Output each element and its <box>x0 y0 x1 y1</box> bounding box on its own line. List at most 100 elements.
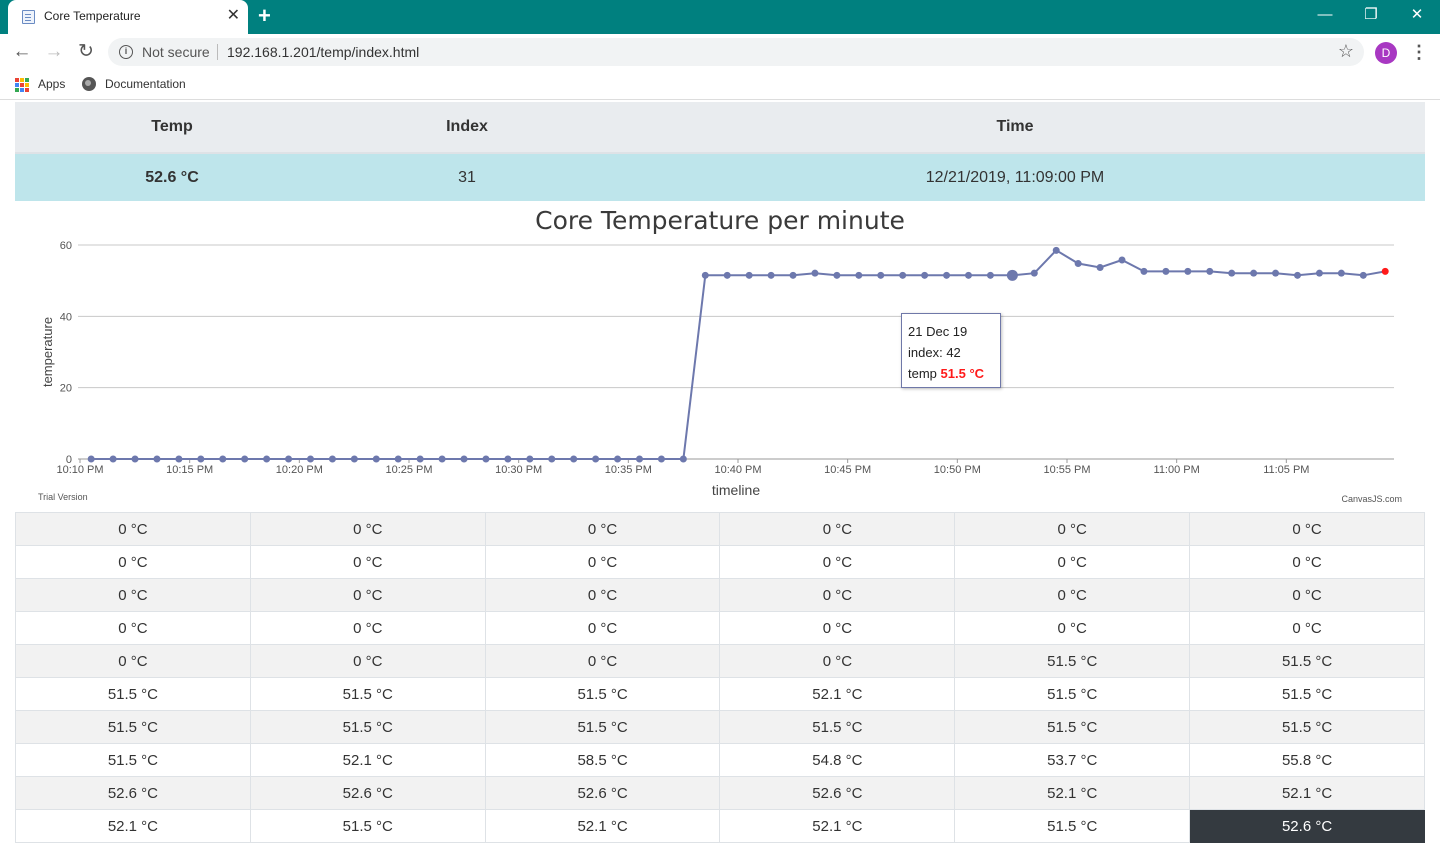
reload-icon[interactable]: ↻ <box>74 40 98 64</box>
reading-cell[interactable]: 0 °C <box>249 611 486 645</box>
y-tick-label: 60 <box>60 240 72 252</box>
reading-cell[interactable]: 52.1 °C <box>954 776 1191 810</box>
data-point <box>1250 269 1258 277</box>
browser-menu-icon[interactable]: ⋮ <box>1410 41 1428 63</box>
bookmark-star-icon[interactable]: ☆ <box>1338 41 1354 62</box>
reading-cell[interactable]: 54.8 °C <box>719 743 956 777</box>
reading-cell[interactable]: 0 °C <box>249 644 486 678</box>
data-point <box>1228 269 1236 277</box>
reading-cell[interactable]: 51.5 °C <box>249 677 486 711</box>
reading-cell[interactable]: 51.5 °C <box>15 677 251 711</box>
reading-cell[interactable]: 0 °C <box>15 545 251 579</box>
url-text[interactable]: 192.168.1.201/temp/index.html <box>227 44 419 60</box>
reading-cell[interactable]: 52.6 °C <box>1189 809 1425 843</box>
data-point <box>1006 269 1018 281</box>
security-status[interactable]: Not secure <box>142 44 210 60</box>
reading-cell[interactable]: 58.5 °C <box>484 743 721 777</box>
reading-cell[interactable]: 0 °C <box>1189 611 1425 645</box>
forward-arrow-icon[interactable]: → <box>42 40 66 64</box>
reading-cell[interactable]: 52.1 °C <box>484 809 721 843</box>
reading-cell[interactable]: 51.5 °C <box>249 710 486 744</box>
reading-cell[interactable]: 0 °C <box>484 611 721 645</box>
reading-cell[interactable]: 0 °C <box>719 611 956 645</box>
reading-cell[interactable]: 0 °C <box>484 545 721 579</box>
reading-cell[interactable]: 55.8 °C <box>1189 743 1425 777</box>
reading-cell[interactable]: 51.5 °C <box>1189 710 1425 744</box>
reading-cell[interactable]: 0 °C <box>954 545 1191 579</box>
reading-cell[interactable]: 52.1 °C <box>719 809 956 843</box>
reading-cell[interactable]: 52.6 °C <box>249 776 486 810</box>
new-tab-button[interactable]: + <box>258 4 271 28</box>
reading-cell[interactable]: 51.5 °C <box>954 809 1191 843</box>
reading-cell[interactable]: 0 °C <box>15 644 251 678</box>
reading-cell[interactable]: 0 °C <box>249 512 486 546</box>
reading-cell[interactable]: 51.5 °C <box>484 677 721 711</box>
data-point <box>482 455 490 463</box>
reading-cell[interactable]: 0 °C <box>15 578 251 612</box>
reading-cell[interactable]: 51.5 °C <box>484 710 721 744</box>
reading-cell[interactable]: 0 °C <box>1189 545 1425 579</box>
bookmark-documentation[interactable]: Documentation <box>105 77 186 91</box>
close-tab-icon[interactable]: ✕ <box>227 6 240 26</box>
data-point <box>350 455 358 463</box>
reading-cell[interactable]: 0 °C <box>719 512 956 546</box>
reading-cell[interactable]: 0 °C <box>249 578 486 612</box>
data-point <box>306 455 314 463</box>
x-tick-label: 11:00 PM <box>1154 464 1200 476</box>
reading-cell[interactable]: 53.7 °C <box>954 743 1191 777</box>
profile-avatar[interactable]: D <box>1375 42 1397 64</box>
reading-cell[interactable]: 0 °C <box>954 611 1191 645</box>
reading-cell[interactable]: 0 °C <box>484 644 721 678</box>
table-row: 51.5 °C 51.5 °C 51.5 °C 52.1 °C 51.5 °C 51.5 … <box>15 677 1425 711</box>
reading-cell[interactable]: 0 °C <box>954 512 1191 546</box>
data-point <box>767 271 775 279</box>
reading-cell[interactable]: 52.1 °C <box>249 743 486 777</box>
address-bar[interactable]: i Not secure 192.168.1.201/temp/index.ht… <box>108 38 1364 66</box>
reading-cell[interactable]: 51.5 °C <box>954 710 1191 744</box>
reading-cell[interactable]: 52.1 °C <box>719 677 956 711</box>
reading-cell[interactable]: 52.1 °C <box>1189 776 1425 810</box>
reading-cell[interactable]: 51.5 °C <box>954 677 1191 711</box>
reading-cell[interactable]: 51.5 °C <box>954 644 1191 678</box>
reading-cell[interactable]: 0 °C <box>719 578 956 612</box>
minimize-button[interactable]: — <box>1302 4 1348 26</box>
data-point <box>87 455 95 463</box>
reading-cell[interactable]: 52.6 °C <box>719 776 956 810</box>
reading-cell[interactable]: 0 °C <box>1189 512 1425 546</box>
reading-cell[interactable]: 51.5 °C <box>1189 677 1425 711</box>
tab-title: Core Temperature <box>44 9 141 23</box>
header-temp: Temp <box>15 102 329 154</box>
reading-cell[interactable]: 51.5 °C <box>1189 644 1425 678</box>
reading-cell[interactable]: 0 °C <box>484 512 721 546</box>
reading-cell[interactable]: 52.1 °C <box>15 809 251 843</box>
temperature-chart[interactable]: 0 20 40 60 10:10 PM 10:15 PM 10:20 PM 10:25 PM 1… <box>15 206 1425 510</box>
reading-cell[interactable]: 0 °C <box>719 644 956 678</box>
reading-cell[interactable]: 0 °C <box>15 611 251 645</box>
maximize-button[interactable]: ❐ <box>1348 4 1394 26</box>
reading-cell[interactable]: 52.6 °C <box>15 776 251 810</box>
reading-cell[interactable]: 0 °C <box>1189 578 1425 612</box>
reading-cell[interactable]: 0 °C <box>484 578 721 612</box>
data-point <box>526 455 534 463</box>
reading-cell[interactable]: 51.5 °C <box>719 710 956 744</box>
reading-cell[interactable]: 51.5 °C <box>15 710 251 744</box>
reading-cell[interactable]: 0 °C <box>954 578 1191 612</box>
bookmark-apps[interactable]: Apps <box>38 77 65 91</box>
reading-cell[interactable]: 51.5 °C <box>15 743 251 777</box>
back-arrow-icon[interactable]: ← <box>10 40 34 64</box>
table-row: 52.1 °C 51.5 °C 52.1 °C 52.1 °C 51.5 °C 52.6 … <box>15 809 1425 843</box>
chart-canvas[interactable]: 020406010:10 PM 10:15 PM 10:20 PM 10:25 PM 1… <box>15 206 1425 510</box>
header-time: Time <box>605 102 1425 154</box>
apps-grid-icon[interactable] <box>15 78 29 92</box>
reading-cell[interactable]: 51.5 °C <box>249 809 486 843</box>
info-icon[interactable]: i <box>119 45 133 59</box>
canvasjs-credit[interactable]: CanvasJS.com <box>1341 494 1402 504</box>
reading-cell[interactable]: 0 °C <box>249 545 486 579</box>
globe-icon[interactable] <box>82 77 96 91</box>
reading-cell[interactable]: 52.6 °C <box>484 776 721 810</box>
reading-cell[interactable]: 0 °C <box>719 545 956 579</box>
reading-cell[interactable]: 0 °C <box>15 512 251 546</box>
close-window-button[interactable]: ✕ <box>1394 4 1440 26</box>
table-row: 0 °C 0 °C 0 °C 0 °C 0 °C 0 °C <box>15 512 1425 546</box>
browser-tab[interactable]: Core Temperature ✕ <box>8 0 248 34</box>
